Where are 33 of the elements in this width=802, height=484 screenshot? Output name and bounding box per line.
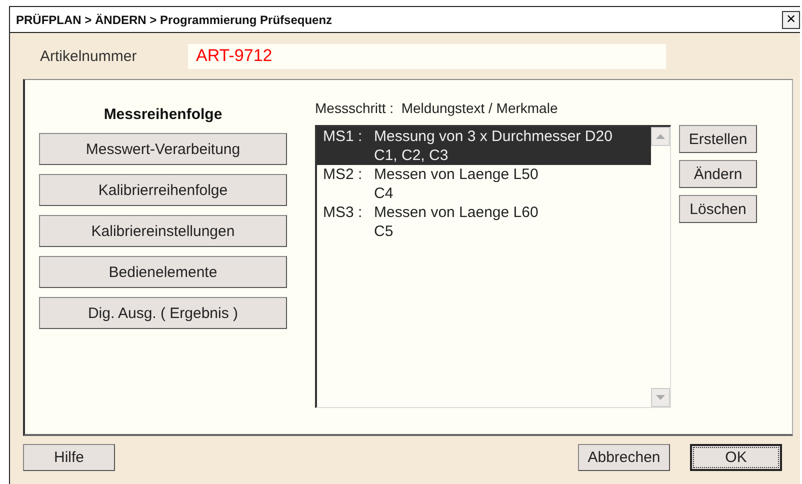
article-number-field[interactable]: ART-9712 xyxy=(188,44,666,68)
sequence-button[interactable]: Kalibriereinstellungen xyxy=(39,215,287,247)
action-button[interactable]: Löschen xyxy=(679,195,757,223)
list-header: Messschritt : Meldungstext / Merkmale xyxy=(315,100,559,116)
sequence-button[interactable]: Messwert-Verarbeitung xyxy=(39,133,287,165)
sequence-heading: Messreihenfolge xyxy=(102,106,224,123)
step-list-item[interactable]: MS2 : Messen von Laenge L50 C4 xyxy=(317,165,651,203)
article-label: Artikelnummer xyxy=(40,48,138,64)
sequence-button[interactable]: Kalibrierreihenfolge xyxy=(39,174,287,206)
sequence-button[interactable]: Dig. Ausg. ( Ergebnis ) xyxy=(39,297,287,329)
step-list-item[interactable]: MS1 : Messung von 3 x Durchmesser D20 C1, C2, C3 xyxy=(317,127,651,165)
up-arrow-icon xyxy=(656,134,665,139)
cancel-button[interactable]: Abbrechen xyxy=(578,444,670,471)
step-features: C5 xyxy=(374,222,394,241)
step-text: Messung von 3 x Durchmesser D20 xyxy=(374,127,614,146)
action-button[interactable]: Erstellen xyxy=(679,125,757,153)
down-arrow-icon xyxy=(656,395,665,400)
scroll-up-button[interactable] xyxy=(651,127,670,146)
step-text: Messen von Laenge L60 xyxy=(374,203,540,222)
step-text: Messen von Laenge L50 xyxy=(374,165,540,184)
step-id: MS1 : xyxy=(323,127,364,146)
action-button[interactable]: Ändern xyxy=(679,160,757,188)
step-features: C4 xyxy=(374,184,394,203)
step-id: MS2 : xyxy=(323,165,364,184)
sequence-button[interactable]: Bedienelemente xyxy=(39,256,287,288)
scroll-down-button[interactable] xyxy=(651,388,670,407)
step-list-item[interactable]: MS3 : Messen von Laenge L60 C5 xyxy=(317,203,651,241)
close-button[interactable]: × xyxy=(782,10,800,28)
ok-button[interactable]: OK xyxy=(690,444,782,471)
step-id: MS3 : xyxy=(323,203,364,222)
step-features: C1, C2, C3 xyxy=(374,146,450,165)
help-button[interactable]: Hilfe xyxy=(23,444,115,471)
window-title: PRÜFPLAN > ÄNDERN > Programmierung Prüfsequenz xyxy=(16,12,332,26)
